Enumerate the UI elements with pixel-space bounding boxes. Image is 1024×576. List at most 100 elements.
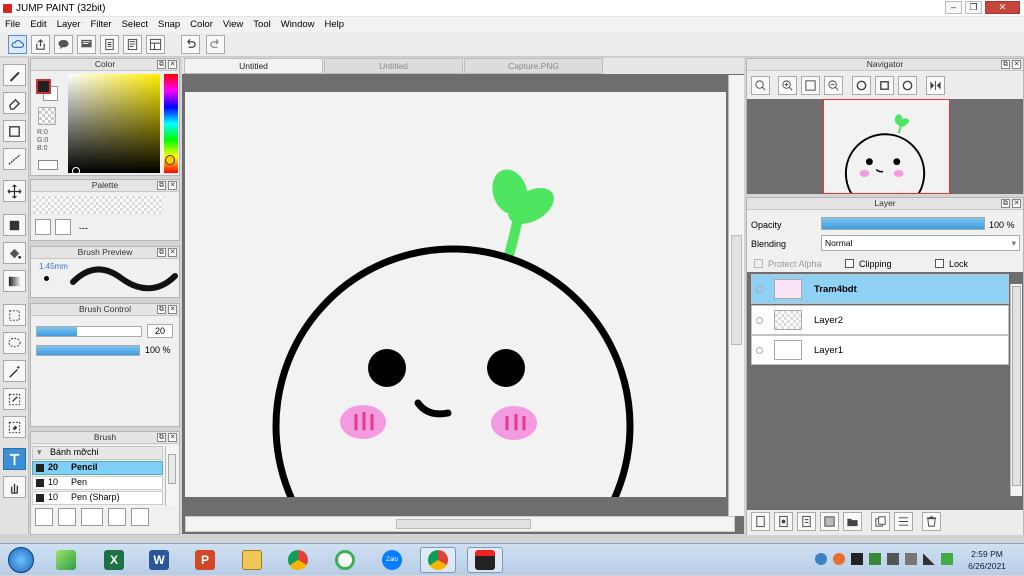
zalo-icon[interactable]: Zalo <box>374 547 410 573</box>
layer-row[interactable]: Layer2 <box>751 305 1009 335</box>
page-icon[interactable] <box>100 35 119 54</box>
rotate-right-icon[interactable] <box>898 76 917 95</box>
tab-untitled-2[interactable]: Untitled <box>324 58 463 74</box>
panel-close-icon[interactable]: ✕ <box>168 60 177 69</box>
panel-undock-icon[interactable]: ⧉ <box>157 60 166 69</box>
panel-close-icon[interactable]: ✕ <box>1012 60 1021 69</box>
brush-tool-icon[interactable] <box>3 64 26 86</box>
gradient-tool-icon[interactable] <box>3 270 26 292</box>
canvas-vertical-scrollbar[interactable] <box>728 75 744 516</box>
line-tool-icon[interactable] <box>3 148 26 170</box>
zoom-out-icon[interactable] <box>824 76 843 95</box>
layer-row[interactable]: Layer1 <box>751 335 1009 365</box>
menu-tool[interactable]: Tool <box>248 17 275 32</box>
visibility-icon[interactable] <box>756 317 763 324</box>
brush-item[interactable]: 10 Pen <box>32 476 163 490</box>
start-button[interactable] <box>4 544 38 576</box>
text-tool-icon[interactable] <box>3 448 26 470</box>
brush-settings-icon[interactable] <box>35 508 53 526</box>
lasso-tool-icon[interactable] <box>3 332 26 354</box>
saturation-value-square[interactable] <box>68 74 160 173</box>
share-icon[interactable] <box>31 35 50 54</box>
select-eraser-tool-icon[interactable] <box>3 416 26 438</box>
word-icon[interactable]: W <box>141 547 177 573</box>
powerpoint-icon[interactable]: P <box>187 547 223 573</box>
brush-list-scrollbar[interactable] <box>165 446 178 506</box>
menu-window[interactable]: Window <box>276 17 320 32</box>
panel-close-icon[interactable]: ✕ <box>168 181 177 190</box>
layer-opacity-slider[interactable] <box>821 217 985 230</box>
clipping-checkbox[interactable] <box>845 259 854 268</box>
flip-icon[interactable] <box>926 76 945 95</box>
new-brush-icon[interactable] <box>58 508 76 526</box>
new-layer-icon[interactable] <box>751 512 770 531</box>
delete-layer-icon[interactable] <box>922 512 941 531</box>
tray-shield-icon[interactable] <box>869 553 881 565</box>
palette-swatch-area[interactable] <box>33 196 163 214</box>
menu-layer[interactable]: Layer <box>52 17 86 32</box>
duplicate-layer-icon[interactable] <box>871 512 890 531</box>
brush-size-value[interactable]: 20 <box>147 324 173 338</box>
drawing-canvas[interactable] <box>185 92 726 497</box>
bucket-tool-icon[interactable] <box>3 242 26 264</box>
network-icon[interactable] <box>923 553 935 565</box>
brush-size-slider[interactable] <box>36 326 142 337</box>
panel-undock-icon[interactable]: ⧉ <box>157 248 166 257</box>
brush-opacity-slider[interactable] <box>36 345 140 356</box>
document-icon[interactable] <box>123 35 142 54</box>
new-palette-icon[interactable] <box>35 219 51 235</box>
panel-close-icon[interactable]: ✕ <box>168 433 177 442</box>
jump-paint-taskbar-icon[interactable] <box>467 547 503 573</box>
chrome-active-icon[interactable] <box>420 547 456 573</box>
menu-snap[interactable]: Snap <box>153 17 185 32</box>
brush-folder-icon[interactable] <box>131 508 149 526</box>
menu-view[interactable]: View <box>218 17 248 32</box>
battery-icon[interactable] <box>941 553 953 565</box>
brush-copy-icon[interactable] <box>108 508 126 526</box>
restore-button[interactable]: ❐ <box>965 1 982 14</box>
panel-undock-icon[interactable]: ⧉ <box>1001 60 1010 69</box>
tray-app-icon[interactable] <box>833 553 845 565</box>
brush-item[interactable]: 20 Pencil <box>32 461 163 475</box>
rect-select-tool-icon[interactable] <box>3 304 26 326</box>
minimize-button[interactable]: – <box>945 1 962 14</box>
menu-filter[interactable]: Filter <box>85 17 116 32</box>
tray-v-icon[interactable] <box>851 553 863 565</box>
zoom-in-icon[interactable] <box>778 76 797 95</box>
hue-cursor[interactable] <box>165 155 175 165</box>
panel-undock-icon[interactable]: ⧉ <box>157 181 166 190</box>
fill-square-tool-icon[interactable] <box>3 214 26 236</box>
protect-alpha-checkbox[interactable] <box>754 259 763 268</box>
layer-row[interactable]: Tram4bdt <box>751 274 1009 304</box>
speech-bubble-icon[interactable] <box>54 35 73 54</box>
transparent-color-swatch[interactable] <box>38 107 56 125</box>
layer-list-scrollbar[interactable] <box>1010 284 1022 496</box>
zoom-fit-icon[interactable] <box>751 76 770 95</box>
eraser-tool-icon[interactable] <box>3 92 26 114</box>
canvas-horizontal-scrollbar[interactable] <box>185 516 735 532</box>
navigator-thumbnail[interactable] <box>823 99 950 194</box>
undo-icon[interactable] <box>181 35 200 54</box>
new-halftone-layer-icon[interactable] <box>797 512 816 531</box>
visibility-icon[interactable] <box>756 347 763 354</box>
panel-undock-icon[interactable]: ⧉ <box>1001 199 1010 208</box>
cloud-icon[interactable] <box>8 35 27 54</box>
coccoc-icon[interactable] <box>327 547 363 573</box>
new-tone-layer-icon[interactable] <box>820 512 839 531</box>
tray-display-icon[interactable] <box>887 553 899 565</box>
chrome-icon[interactable] <box>280 547 316 573</box>
panel-close-icon[interactable]: ✕ <box>168 248 177 257</box>
rotate-left-icon[interactable] <box>852 76 871 95</box>
menu-color[interactable]: Color <box>185 17 218 32</box>
foreground-color-swatch[interactable] <box>36 79 51 94</box>
brush-item[interactable]: 10 Pen (Sharp) <box>32 491 163 505</box>
redo-icon[interactable] <box>206 35 225 54</box>
lock-checkbox[interactable] <box>935 259 944 268</box>
tab-capture[interactable]: Capture.PNG <box>464 58 603 74</box>
excel-icon[interactable]: X <box>96 547 132 573</box>
move-tool-icon[interactable] <box>3 180 26 202</box>
merge-layer-icon[interactable] <box>894 512 913 531</box>
text-bubble-icon[interactable] <box>77 35 96 54</box>
panel-close-icon[interactable]: ✕ <box>1012 199 1021 208</box>
zoom-actual-icon[interactable] <box>801 76 820 95</box>
